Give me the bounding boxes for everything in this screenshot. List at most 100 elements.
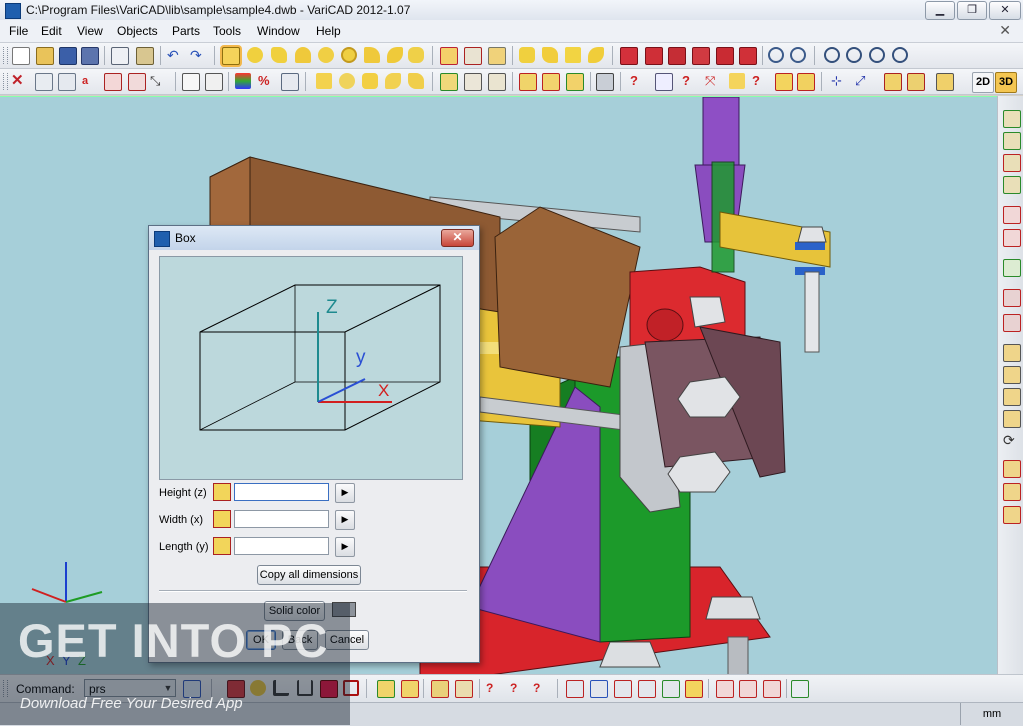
tolerance-icon[interactable] xyxy=(401,680,419,698)
height-arrow-button[interactable]: ▶ xyxy=(335,483,355,503)
copy-icon[interactable] xyxy=(111,47,129,65)
revolved-solid-icon[interactable] xyxy=(408,47,424,63)
copy-object-icon[interactable] xyxy=(58,73,76,91)
info-distance-icon[interactable]: ? xyxy=(510,680,526,696)
shaded-view-icon[interactable] xyxy=(936,73,954,91)
feature-add-icon[interactable] xyxy=(1003,344,1021,362)
fillet-icon[interactable] xyxy=(519,47,535,63)
measure-distance-icon[interactable]: ? xyxy=(682,73,698,89)
clearance-icon[interactable] xyxy=(797,73,815,91)
paste-icon[interactable] xyxy=(136,47,154,65)
menu-objects[interactable]: Objects xyxy=(117,24,158,38)
view-from-icon[interactable] xyxy=(884,73,902,91)
open-file-icon[interactable] xyxy=(36,47,54,65)
menu-view[interactable]: View xyxy=(77,24,103,38)
redo-icon[interactable]: ↷ xyxy=(190,47,206,63)
undo-icon[interactable]: ↶ xyxy=(167,47,183,63)
minimize-button[interactable]: ▁ xyxy=(925,1,955,20)
info-angle-icon[interactable]: ? xyxy=(533,680,549,696)
group-icon[interactable] xyxy=(519,73,537,91)
document-close-icon[interactable]: ✕ xyxy=(999,22,1011,39)
part-cut-icon[interactable] xyxy=(1003,314,1021,332)
print-preview-icon[interactable] xyxy=(739,680,757,698)
part-select-icon[interactable] xyxy=(1003,259,1021,277)
weld-icon[interactable] xyxy=(431,680,449,698)
part-delete-icon[interactable] xyxy=(1003,289,1021,307)
link-parts-icon[interactable] xyxy=(614,680,632,698)
shell-icon[interactable] xyxy=(385,73,401,89)
menu-window[interactable]: Window xyxy=(257,24,300,38)
dialog-title-bar[interactable]: Box ✕ xyxy=(149,226,479,250)
length-arrow-button[interactable]: ▶ xyxy=(335,537,355,557)
rotate-icon[interactable] xyxy=(128,73,146,91)
layers-icon[interactable] xyxy=(235,73,251,89)
material-icon[interactable] xyxy=(662,680,680,698)
wireframe-box-icon[interactable] xyxy=(182,73,200,91)
zoom-out-icon[interactable] xyxy=(892,47,908,63)
view-2d-button[interactable]: 2D xyxy=(972,72,994,93)
list-objects-icon[interactable] xyxy=(566,680,584,698)
assembly-insert-icon[interactable] xyxy=(440,73,458,91)
transform-solid-icon[interactable] xyxy=(488,47,506,65)
zoom-previous-icon[interactable] xyxy=(824,47,840,63)
check-icon[interactable] xyxy=(638,680,656,698)
chamfer-icon[interactable] xyxy=(542,47,558,63)
boolean-tools-icon[interactable] xyxy=(739,47,757,65)
truncated-cone-icon[interactable] xyxy=(295,47,311,63)
boolean-intersect-icon[interactable] xyxy=(668,47,686,65)
properties-icon[interactable] xyxy=(596,73,614,91)
delete-icon[interactable]: ✕ xyxy=(11,73,27,89)
pipe-solid-icon[interactable] xyxy=(364,47,380,63)
cylinder-solid-icon[interactable] xyxy=(247,47,263,63)
save-icon[interactable] xyxy=(59,47,77,65)
view-3d-button[interactable]: 3D xyxy=(995,72,1017,93)
mirror-icon[interactable] xyxy=(104,73,122,91)
width-input[interactable] xyxy=(234,510,329,528)
height-input[interactable] xyxy=(234,483,329,501)
menu-tools[interactable]: Tools xyxy=(213,24,241,38)
boolean-cut-icon[interactable] xyxy=(692,47,710,65)
export-icon[interactable] xyxy=(791,680,809,698)
move-icon[interactable] xyxy=(35,73,53,91)
maximize-button[interactable]: ❐ xyxy=(957,1,987,20)
torus-solid-icon[interactable] xyxy=(341,47,357,63)
collision-icon[interactable] xyxy=(775,73,793,91)
dialog-close-button[interactable]: ✕ xyxy=(441,229,474,247)
mass-properties-icon[interactable] xyxy=(655,73,673,91)
feature-remove-icon[interactable] xyxy=(1003,483,1021,501)
part-edit-icon[interactable] xyxy=(1003,132,1021,150)
drill-hole-icon[interactable] xyxy=(316,73,332,89)
width-arrow-button[interactable]: ▶ xyxy=(335,510,355,530)
feature-delete-icon[interactable] xyxy=(1003,460,1021,478)
feature-edit-icon[interactable] xyxy=(1003,366,1021,384)
print-icon[interactable] xyxy=(763,680,781,698)
menu-parts[interactable]: Parts xyxy=(172,24,200,38)
menu-help[interactable]: Help xyxy=(316,24,341,38)
groove-icon[interactable] xyxy=(362,73,378,89)
copy-all-dimensions-button[interactable]: Copy all dimensions xyxy=(257,565,361,585)
feature-clear-icon[interactable] xyxy=(1003,506,1021,524)
section-icon[interactable] xyxy=(729,73,745,89)
zoom-window-icon[interactable] xyxy=(768,47,784,63)
dimension-icon[interactable] xyxy=(377,680,395,698)
text-edit-icon[interactable]: a xyxy=(82,73,98,89)
part-show-icon[interactable] xyxy=(1003,229,1021,247)
refresh-icon[interactable]: ⟳ xyxy=(1003,432,1019,448)
sweep-icon[interactable] xyxy=(588,47,604,63)
thread-icon[interactable] xyxy=(339,73,355,89)
boolean-add-icon[interactable] xyxy=(620,47,638,65)
boolean-subtract-icon[interactable] xyxy=(645,47,663,65)
save-all-icon[interactable] xyxy=(81,47,99,65)
extrude-icon[interactable] xyxy=(565,47,581,63)
ungroup-icon[interactable] xyxy=(542,73,560,91)
zoom-in-icon[interactable] xyxy=(869,47,885,63)
sphere-solid-icon[interactable] xyxy=(318,47,334,63)
pan-icon[interactable] xyxy=(281,73,299,91)
hidden-lines-icon[interactable] xyxy=(205,73,223,91)
part-list-icon[interactable] xyxy=(1003,176,1021,194)
feature-move-icon[interactable] xyxy=(1003,388,1021,406)
close-button[interactable]: ✕ xyxy=(989,1,1021,20)
zoom-all-icon[interactable] xyxy=(790,47,806,63)
cone-solid-icon[interactable] xyxy=(271,47,287,63)
percent-scale-icon[interactable]: % xyxy=(258,73,274,89)
